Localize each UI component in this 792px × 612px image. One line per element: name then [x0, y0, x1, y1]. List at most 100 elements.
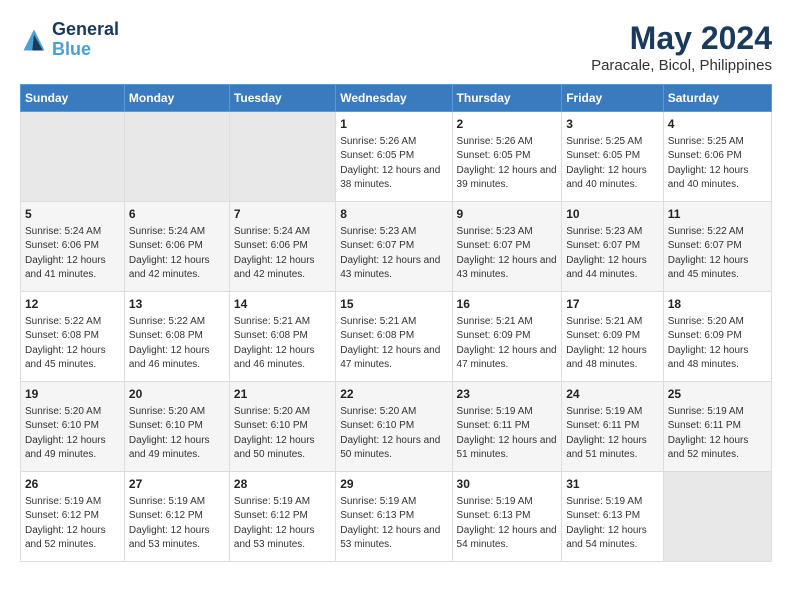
day-info: Sunrise: 5:20 AMSunset: 6:09 PMDaylight:…	[668, 315, 767, 373]
calendar-day	[124, 112, 229, 202]
day-number: 9	[457, 206, 558, 223]
calendar-table: Sunday Monday Tuesday Wednesday Thursday…	[20, 84, 772, 562]
calendar-day: 1Sunrise: 5:26 AMSunset: 6:05 PMDaylight…	[336, 112, 452, 202]
calendar-day: 12 Sunrise: 5:22 AMSunset: 6:08 PMDayligh…	[21, 292, 125, 382]
day-number: 24	[566, 386, 659, 403]
calendar-day: 3 Sunrise: 5:25 AMSunset: 6:05 PMDaylight…	[562, 112, 664, 202]
calendar-day: 6 Sunrise: 5:24 AMSunset: 6:06 PMDaylight…	[124, 202, 229, 292]
calendar-week-row: 19 Sunrise: 5:20 AMSunset: 6:10 PMDayligh…	[21, 382, 772, 472]
calendar-day: 21Sunrise: 5:20 AMSunset: 6:10 PMDayligh…	[229, 382, 335, 472]
calendar-day: 11 Sunrise: 5:22 AMSunset: 6:07 PMDayligh…	[663, 202, 771, 292]
day-info: Sunrise: 5:20 AMSunset: 6:10 PMDaylight:…	[25, 405, 120, 463]
col-tuesday: Tuesday	[229, 85, 335, 112]
calendar-day: 18 Sunrise: 5:20 AMSunset: 6:09 PMDayligh…	[663, 292, 771, 382]
day-info: Sunrise: 5:19 AMSunset: 6:13 PMDaylight:…	[457, 495, 558, 553]
day-number: 17	[566, 296, 659, 313]
calendar-day: 29 Sunrise: 5:19 AMSunset: 6:13 PMDayligh…	[336, 472, 452, 562]
calendar-week-row: 5 Sunrise: 5:24 AMSunset: 6:06 PMDaylight…	[21, 202, 772, 292]
calendar-day: 23 Sunrise: 5:19 AMSunset: 6:11 PMDayligh…	[452, 382, 562, 472]
calendar-day: 14 Sunrise: 5:21 AMSunset: 6:08 PMDayligh…	[229, 292, 335, 382]
calendar-day: 13 Sunrise: 5:22 AMSunset: 6:08 PMDayligh…	[124, 292, 229, 382]
day-number: 14	[234, 296, 331, 313]
day-number: 19	[25, 386, 120, 403]
calendar-day	[663, 472, 771, 562]
calendar-title: May 2024	[591, 20, 772, 57]
day-info: Sunrise: 5:19 AMSunset: 6:13 PMDaylight:…	[566, 495, 659, 553]
day-info: Sunrise: 5:19 AMSunset: 6:12 PMDaylight:…	[129, 495, 225, 553]
calendar-day: 8Sunrise: 5:23 AMSunset: 6:07 PMDaylight…	[336, 202, 452, 292]
day-info: Sunrise: 5:26 AMSunset: 6:05 PMDaylight:…	[340, 135, 447, 193]
day-info: Sunrise: 5:21 AMSunset: 6:08 PMDaylight:…	[340, 315, 447, 373]
calendar-day: 10 Sunrise: 5:23 AMSunset: 6:07 PMDayligh…	[562, 202, 664, 292]
col-saturday: Saturday	[663, 85, 771, 112]
day-number: 28	[234, 476, 331, 493]
calendar-subtitle: Paracale, Bicol, Philippines	[591, 57, 772, 74]
calendar-day	[229, 112, 335, 202]
day-info: Sunrise: 5:25 AMSunset: 6:05 PMDaylight:…	[566, 135, 659, 193]
day-info: Sunrise: 5:20 AMSunset: 6:10 PMDaylight:…	[340, 405, 447, 463]
day-info: Sunrise: 5:19 AMSunset: 6:11 PMDaylight:…	[668, 405, 767, 463]
day-number: 25	[668, 386, 767, 403]
title-block: May 2024 Paracale, Bicol, Philippines	[591, 20, 772, 74]
calendar-body: 1Sunrise: 5:26 AMSunset: 6:05 PMDaylight…	[21, 112, 772, 562]
calendar-day: 31Sunrise: 5:19 AMSunset: 6:13 PMDayligh…	[562, 472, 664, 562]
calendar-day: 4Sunrise: 5:25 AMSunset: 6:06 PMDaylight…	[663, 112, 771, 202]
calendar-day: 22Sunrise: 5:20 AMSunset: 6:10 PMDayligh…	[336, 382, 452, 472]
day-info: Sunrise: 5:24 AMSunset: 6:06 PMDaylight:…	[129, 225, 225, 283]
calendar-day: 27 Sunrise: 5:19 AMSunset: 6:12 PMDayligh…	[124, 472, 229, 562]
day-number: 30	[457, 476, 558, 493]
day-number: 10	[566, 206, 659, 223]
header-row: Sunday Monday Tuesday Wednesday Thursday…	[21, 85, 772, 112]
day-info: Sunrise: 5:19 AMSunset: 6:11 PMDaylight:…	[566, 405, 659, 463]
col-friday: Friday	[562, 85, 664, 112]
logo-blue: Blue	[52, 39, 91, 59]
day-number: 3	[566, 116, 659, 133]
day-number: 5	[25, 206, 120, 223]
day-number: 4	[668, 116, 767, 133]
calendar-day: 30 Sunrise: 5:19 AMSunset: 6:13 PMDayligh…	[452, 472, 562, 562]
col-thursday: Thursday	[452, 85, 562, 112]
day-number: 2	[457, 116, 558, 133]
day-info: Sunrise: 5:19 AMSunset: 6:13 PMDaylight:…	[340, 495, 447, 553]
day-info: Sunrise: 5:26 AMSunset: 6:05 PMDaylight:…	[457, 135, 558, 193]
day-number: 12	[25, 296, 120, 313]
calendar-day: 2 Sunrise: 5:26 AMSunset: 6:05 PMDaylight…	[452, 112, 562, 202]
calendar-day: 16Sunrise: 5:21 AMSunset: 6:09 PMDayligh…	[452, 292, 562, 382]
page-header: General Blue May 2024 Paracale, Bicol, P…	[20, 20, 772, 74]
calendar-day: 9 Sunrise: 5:23 AMSunset: 6:07 PMDaylight…	[452, 202, 562, 292]
day-number: 29	[340, 476, 447, 493]
calendar-day: 24 Sunrise: 5:19 AMSunset: 6:11 PMDayligh…	[562, 382, 664, 472]
calendar-day: 26Sunrise: 5:19 AMSunset: 6:12 PMDayligh…	[21, 472, 125, 562]
day-info: Sunrise: 5:23 AMSunset: 6:07 PMDaylight:…	[340, 225, 447, 283]
day-number: 23	[457, 386, 558, 403]
day-info: Sunrise: 5:24 AMSunset: 6:06 PMDaylight:…	[25, 225, 120, 283]
day-number: 13	[129, 296, 225, 313]
day-number: 20	[129, 386, 225, 403]
day-number: 15	[340, 296, 447, 313]
day-info: Sunrise: 5:21 AMSunset: 6:09 PMDaylight:…	[566, 315, 659, 373]
day-info: Sunrise: 5:22 AMSunset: 6:08 PMDaylight:…	[25, 315, 120, 373]
day-info: Sunrise: 5:20 AMSunset: 6:10 PMDaylight:…	[234, 405, 331, 463]
day-info: Sunrise: 5:21 AMSunset: 6:08 PMDaylight:…	[234, 315, 331, 373]
day-info: Sunrise: 5:19 AMSunset: 6:11 PMDaylight:…	[457, 405, 558, 463]
logo-text: General Blue	[52, 20, 119, 60]
calendar-day: 17 Sunrise: 5:21 AMSunset: 6:09 PMDayligh…	[562, 292, 664, 382]
day-number: 27	[129, 476, 225, 493]
calendar-day: 7Sunrise: 5:24 AMSunset: 6:06 PMDaylight…	[229, 202, 335, 292]
day-info: Sunrise: 5:22 AMSunset: 6:07 PMDaylight:…	[668, 225, 767, 283]
calendar-week-row: 26Sunrise: 5:19 AMSunset: 6:12 PMDayligh…	[21, 472, 772, 562]
day-number: 6	[129, 206, 225, 223]
day-number: 16	[457, 296, 558, 313]
calendar-day: 28Sunrise: 5:19 AMSunset: 6:12 PMDayligh…	[229, 472, 335, 562]
day-info: Sunrise: 5:23 AMSunset: 6:07 PMDaylight:…	[566, 225, 659, 283]
calendar-day: 15 Sunrise: 5:21 AMSunset: 6:08 PMDayligh…	[336, 292, 452, 382]
day-number: 11	[668, 206, 767, 223]
day-info: Sunrise: 5:23 AMSunset: 6:07 PMDaylight:…	[457, 225, 558, 283]
logo-general: General	[52, 20, 119, 40]
day-info: Sunrise: 5:24 AMSunset: 6:06 PMDaylight:…	[234, 225, 331, 283]
day-number: 18	[668, 296, 767, 313]
day-info: Sunrise: 5:19 AMSunset: 6:12 PMDaylight:…	[25, 495, 120, 553]
day-info: Sunrise: 5:22 AMSunset: 6:08 PMDaylight:…	[129, 315, 225, 373]
calendar-day	[21, 112, 125, 202]
calendar-day: 25 Sunrise: 5:19 AMSunset: 6:11 PMDayligh…	[663, 382, 771, 472]
